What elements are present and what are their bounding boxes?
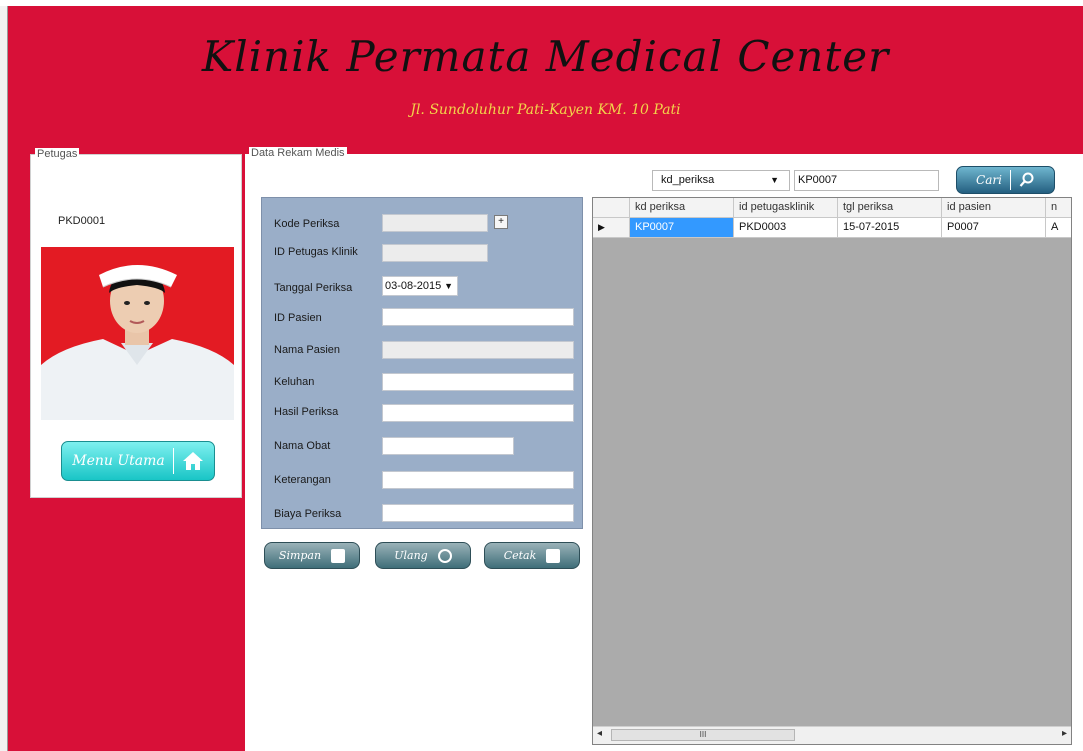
scroll-left-icon[interactable]: ◂ [597,728,602,739]
nama-pasien-field[interactable] [382,341,574,359]
tanggal-periksa-label: Tanggal Periksa [274,282,353,294]
clinic-address: Jl. Sundoluhur Pati-Kayen KM. 10 Pati [410,102,681,118]
home-icon [182,452,203,470]
nama-obat-label: Nama Obat [274,440,331,452]
rekam-medis-grid[interactable]: kd periksa id petugasklinik tgl periksa … [592,197,1072,745]
scroll-right-icon[interactable]: ▸ [1062,728,1067,739]
simpan-button[interactable]: Simpan [264,542,360,569]
clinic-title: Klinik Permata Medical Center [201,32,890,81]
hasil-periksa-field[interactable] [382,404,574,422]
tanggal-periksa-picker[interactable]: 03-08-2015 ▼ [382,276,458,296]
cetak-button[interactable]: Cetak [484,542,580,569]
horizontal-scrollbar[interactable]: ◂ III ▸ [593,726,1071,744]
nurse-photo-image [41,247,234,420]
grid-corner [593,198,630,218]
table-cell[interactable]: P0007 [942,218,1046,238]
id-petugas-label: ID Petugas Klinik [274,246,358,258]
keterangan-field[interactable] [382,471,574,489]
tanggal-periksa-value: 03-08-2015 [385,280,442,292]
id-petugas-field[interactable] [382,244,488,262]
search-input[interactable]: KP0007 [794,170,939,191]
nama-pasien-label: Nama Pasien [274,344,341,356]
print-icon [546,548,561,563]
cari-button[interactable]: Cari [956,166,1055,194]
chevron-down-icon: ▼ [444,281,453,291]
row-selector-arrow-icon[interactable]: ▶ [593,218,630,238]
kode-periksa-label: Kode Periksa [274,218,340,230]
search-field-select[interactable]: kd_periksa ▼ [652,170,790,191]
simpan-label: Simpan [278,549,322,562]
table-cell[interactable]: A [1046,218,1071,238]
search-icon [1019,172,1034,187]
ulang-label: Ulang [394,549,428,562]
rekam-medis-panel: Data Rekam Medis Kode Periksa + ID Petug… [245,147,1083,751]
kode-periksa-field[interactable] [382,214,488,232]
petugas-photo [41,247,234,420]
search-field-value: kd_periksa [661,174,715,186]
keluhan-label: Keluhan [274,376,315,388]
column-header[interactable]: n [1046,198,1071,218]
biaya-periksa-label: Biaya Periksa [274,508,342,520]
menu-utama-button[interactable]: Menu Utama [61,441,215,481]
table-cell[interactable]: KP0007 [630,218,734,238]
keluhan-field[interactable] [382,373,574,391]
button-separator [172,448,174,474]
petugas-group-label: Petugas [35,148,80,160]
column-header[interactable]: kd periksa [630,198,734,218]
keterangan-label: Keterangan [274,474,331,486]
column-header[interactable]: tgl periksa [838,198,942,218]
table-cell[interactable]: 15-07-2015 [838,218,942,238]
column-header[interactable]: id petugasklinik [734,198,838,218]
column-header[interactable]: id pasien [942,198,1046,218]
petugas-panel: Petugas PKD0001 Menu Utama [30,148,242,498]
save-icon [331,548,346,563]
main-window: Klinik Permata Medical Center Jl. Sundol… [8,6,1083,751]
hasil-periksa-label: Hasil Periksa [274,406,339,418]
biaya-periksa-field[interactable] [382,504,574,522]
chevron-down-icon: ▼ [770,175,779,185]
id-pasien-field[interactable] [382,308,574,326]
generate-code-button[interactable]: + [494,215,508,229]
table-row[interactable]: ▶ KP0007 PKD0003 15-07-2015 P0007 A [593,218,1071,238]
table-cell[interactable]: PKD0003 [734,218,838,238]
ulang-button[interactable]: Ulang [375,542,471,569]
nama-obat-field[interactable] [382,437,514,455]
rekam-group-label: Data Rekam Medis [249,147,347,159]
id-pasien-label: ID Pasien [274,312,322,324]
cetak-label: Cetak [503,549,537,562]
refresh-icon [437,548,452,563]
cari-label: Cari [976,173,1002,187]
scrollbar-thumb[interactable]: III [611,729,795,741]
button-separator [1009,170,1011,190]
petugas-id: PKD0001 [58,215,106,227]
window-left-edge [0,6,8,751]
rekam-form: Kode Periksa + ID Petugas Klinik Tanggal… [261,197,583,529]
grid-header-row: kd periksa id petugasklinik tgl periksa … [593,198,1071,218]
menu-utama-label: Menu Utama [72,453,165,469]
